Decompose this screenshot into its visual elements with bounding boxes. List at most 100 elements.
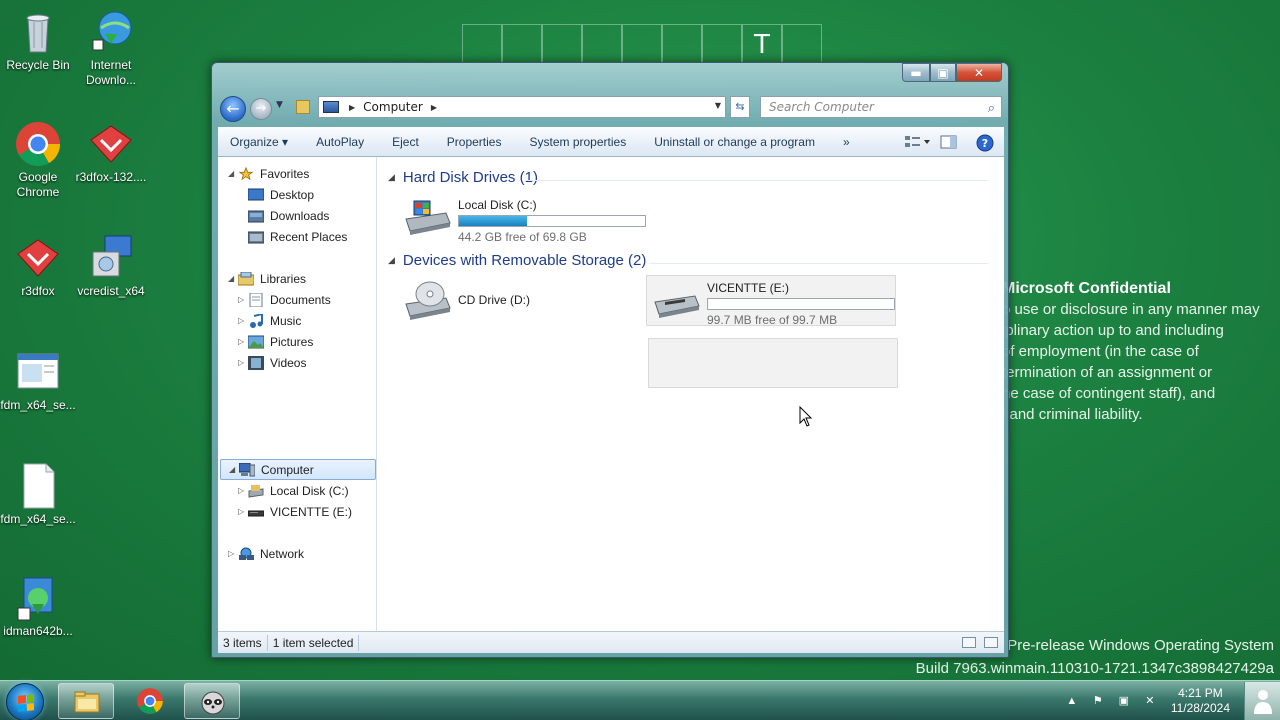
drive-usage-fill — [459, 216, 528, 226]
desktop-icon-fdm-setup-file[interactable]: fdm_x64_se... — [0, 462, 76, 527]
clock[interactable]: 4:21 PM 11/28/2024 — [1171, 686, 1230, 716]
system-properties-button[interactable]: System properties — [515, 135, 640, 149]
tree-item-music[interactable]: ▷ Music — [238, 310, 301, 331]
expand-arrow-icon[interactable]: ▷ — [238, 358, 248, 367]
expand-arrow-icon[interactable]: ▷ — [238, 486, 248, 495]
r3dfox-icon — [87, 120, 135, 168]
tree-item-computer[interactable]: ◢ Computer — [220, 459, 376, 480]
desktop-icon-internet-download-manager[interactable]: Internet Downlo... — [73, 8, 149, 88]
expand-arrow-icon[interactable]: ▷ — [238, 337, 248, 346]
volume-muted-icon[interactable]: ✕ — [1142, 693, 1158, 709]
expand-arrow-icon[interactable]: ▷ — [238, 295, 248, 304]
desktop-icon-label: Recycle Bin — [6, 58, 70, 72]
breadcrumb-arrow-icon[interactable]: ▶ — [349, 103, 355, 112]
maximize-button[interactable]: ▣ — [930, 63, 956, 82]
file-list-pane: ◢ Hard Disk Drives (1) Local Disk (C:) 4… — [378, 157, 1004, 631]
refresh-button[interactable]: ⇆ — [730, 96, 750, 118]
forward-button[interactable]: → — [250, 98, 272, 120]
drive-cd-d[interactable]: CD Drive (D:) — [398, 276, 638, 326]
tree-item-label: Pictures — [270, 334, 314, 349]
desktop-icon-label: idman642b... — [3, 624, 73, 638]
desktop-icon-label: Internet Downlo... — [85, 58, 137, 87]
expand-arrow-icon[interactable]: ▷ — [238, 316, 248, 325]
search-icon[interactable]: ⌕ — [988, 99, 995, 119]
group-header-hard-disk-drives[interactable]: ◢ Hard Disk Drives (1) — [388, 169, 538, 186]
background-grid: T — [462, 24, 822, 64]
taskbar-chrome[interactable] — [122, 683, 178, 719]
more-commands-button[interactable]: » — [829, 135, 864, 149]
up-folder-icon[interactable] — [296, 100, 310, 114]
tree-item-documents[interactable]: ▷ Documents — [238, 289, 331, 310]
tree-item-network[interactable]: ▷ Network — [228, 543, 304, 564]
details-view-icon[interactable] — [962, 637, 976, 648]
status-item-count: 3 items — [218, 634, 268, 651]
taskbar-explorer[interactable] — [58, 683, 114, 719]
tree-item-recent-places[interactable]: Recent Places — [248, 226, 347, 247]
navigation-pane: ◢ Favorites Desktop Downloads Recent Pla… — [218, 157, 377, 631]
close-button[interactable]: ✕ — [956, 63, 1002, 82]
address-bar[interactable]: ▶ Computer ▶ ▼ — [318, 96, 726, 118]
expand-arrow-icon[interactable]: ▷ — [238, 507, 248, 516]
show-hidden-icons-button[interactable]: ▲ — [1064, 693, 1080, 709]
desktop-icon-google-chrome[interactable]: Google Chrome — [0, 120, 76, 200]
raccoon-icon — [201, 691, 225, 715]
expand-arrow-icon[interactable]: ▷ — [228, 549, 238, 558]
chrome-icon — [137, 688, 163, 714]
desktop-icon-r3dfox[interactable]: r3dfox — [0, 234, 76, 299]
autoplay-button[interactable]: AutoPlay — [302, 135, 378, 149]
network-tray-icon[interactable]: ▣ — [1116, 693, 1132, 709]
installer-icon — [87, 234, 135, 282]
confidential-line: l and criminal liability. — [1002, 406, 1143, 423]
search-input[interactable]: Search Computer ⌕ — [760, 96, 1002, 118]
desktop-icon-vcredist[interactable]: vcredist_x64 — [73, 234, 149, 299]
tree-item-downloads[interactable]: Downloads — [248, 205, 329, 226]
tree-item-libraries[interactable]: ◢ Libraries — [228, 268, 306, 289]
start-button[interactable] — [6, 683, 44, 720]
eject-button[interactable]: Eject — [378, 135, 433, 149]
collapse-arrow-icon[interactable]: ◢ — [228, 169, 238, 178]
desktop-icon-fdm-setup[interactable]: fdm_x64_se... — [0, 348, 76, 413]
group-header-removable-storage[interactable]: ◢ Devices with Removable Storage (2) — [388, 252, 646, 269]
navigation-bar: ← → ▼ ▶ Computer ▶ ▼ ⇆ Search Computer ⌕ — [220, 95, 1002, 122]
change-view-icon[interactable] — [904, 134, 930, 150]
minimize-button[interactable]: ▬ — [902, 63, 930, 82]
collapse-arrow-icon[interactable]: ◢ — [229, 465, 239, 474]
drive-local-disk-c[interactable]: Local Disk (C:) 44.2 GB free of 69.8 GB — [398, 193, 658, 244]
address-dropdown-icon[interactable]: ▼ — [715, 101, 721, 110]
help-icon[interactable]: ? — [976, 134, 996, 151]
svg-text:?: ? — [982, 137, 988, 150]
tree-item-vicentte[interactable]: ▷ VICENTTE (E:) — [238, 501, 352, 522]
group-divider — [650, 263, 988, 264]
breadcrumb-arrow-icon[interactable]: ▶ — [431, 103, 437, 112]
large-icons-view-icon[interactable] — [984, 637, 998, 648]
taskbar-r3dfox[interactable] — [184, 683, 240, 719]
properties-button[interactable]: Properties — [433, 135, 516, 149]
desktop-icon-recycle-bin[interactable]: Recycle Bin — [0, 8, 76, 73]
desktop-icon-r3dfox-installer[interactable]: r3dfox-132.... — [73, 120, 149, 185]
drive-details: VICENTTE (E:) 99.7 MB free of 99.7 MB — [707, 280, 895, 327]
videos-icon — [248, 355, 264, 370]
action-center-flag-icon[interactable]: ⚑ — [1090, 693, 1106, 709]
tree-item-desktop[interactable]: Desktop — [248, 184, 314, 205]
breadcrumb-computer[interactable]: Computer — [363, 100, 423, 114]
tree-item-label: Desktop — [270, 187, 315, 202]
drive-vicentte-e[interactable]: VICENTTE (E:) 99.7 MB free of 99.7 MB — [646, 275, 896, 327]
tree-item-local-disk[interactable]: ▷ Local Disk (C:) — [238, 480, 349, 501]
collapse-arrow-icon[interactable]: ◢ — [228, 274, 238, 283]
collapse-group-icon[interactable]: ◢ — [388, 172, 395, 183]
drive-usage-bar — [458, 215, 646, 227]
tree-item-videos[interactable]: ▷ Videos — [238, 352, 306, 373]
drive-free-space: 99.7 MB free of 99.7 MB — [707, 313, 838, 327]
collapse-group-icon[interactable]: ◢ — [388, 255, 395, 266]
recent-pages-dropdown[interactable]: ▼ — [276, 100, 283, 110]
desktop-icon-idman-installer[interactable]: idman642b... — [0, 574, 76, 639]
preview-pane-icon[interactable] — [940, 134, 960, 150]
tree-item-pictures[interactable]: ▷ Pictures — [238, 331, 313, 352]
hard-drive-icon — [248, 484, 264, 498]
uninstall-program-button[interactable]: Uninstall or change a program — [640, 135, 829, 149]
organize-button[interactable]: Organize ▾ — [218, 135, 302, 149]
caption-buttons: ▬ ▣ ✕ — [902, 63, 1002, 82]
back-button[interactable]: ← — [220, 96, 246, 122]
show-desktop-button[interactable] — [1244, 682, 1280, 720]
tree-item-favorites[interactable]: ◢ Favorites — [228, 163, 309, 184]
